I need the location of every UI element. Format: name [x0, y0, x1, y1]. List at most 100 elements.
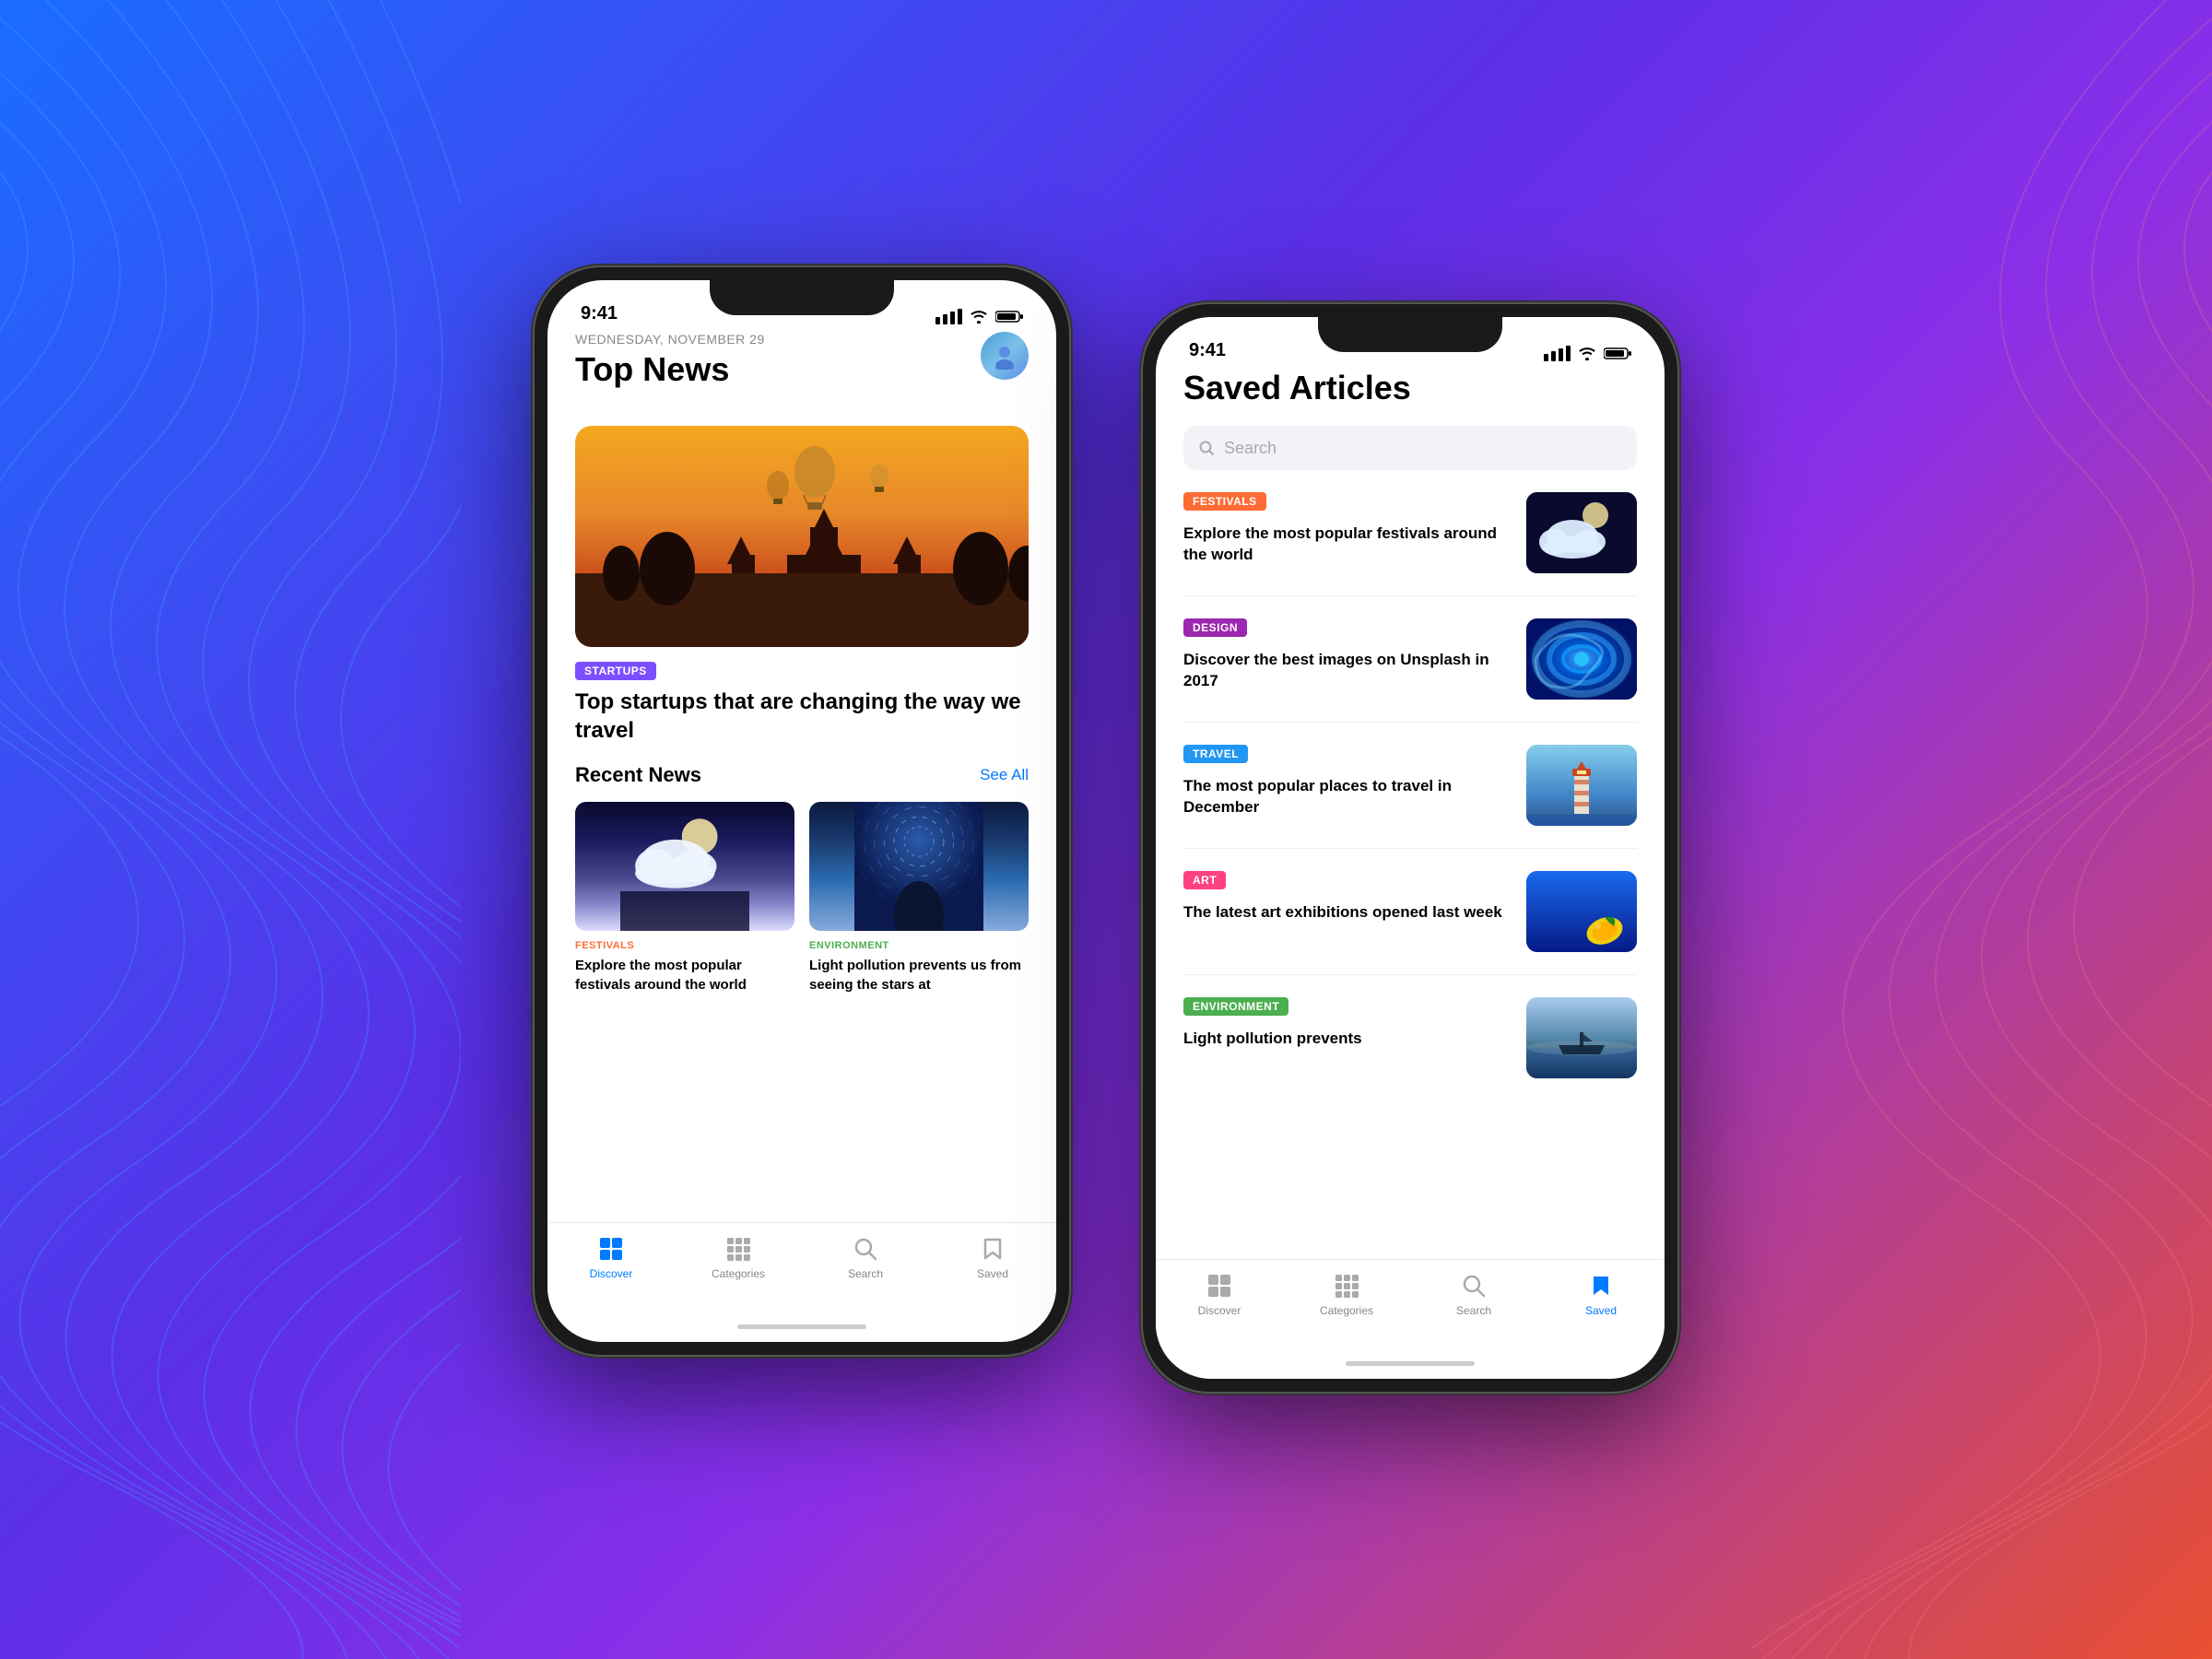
tab-label-search-1: Search	[848, 1267, 883, 1280]
signal-bar-7	[1559, 348, 1563, 361]
tab-categories-2[interactable]: Categories	[1310, 1271, 1383, 1317]
saved-item-environment[interactable]: ENVIRONMENT Light pollution prevents	[1183, 997, 1637, 1078]
tab-bar-2: Discover	[1156, 1259, 1665, 1347]
environment-svg	[1526, 997, 1637, 1078]
see-all-button[interactable]: See All	[980, 766, 1029, 784]
saved-articles-list: FESTIVALS Explore the most popular festi…	[1183, 492, 1637, 1078]
tab-label-saved-1: Saved	[977, 1267, 1008, 1280]
card-category-2: ENVIRONMENT	[809, 940, 1029, 951]
tab-label-discover-2: Discover	[1198, 1304, 1241, 1317]
news-card-environment[interactable]: ENVIRONMENT Light pollution prevents us …	[809, 802, 1029, 994]
search-icon-tab-2	[1459, 1271, 1488, 1300]
travel-svg	[1526, 745, 1637, 826]
tab-search-1[interactable]: Search	[829, 1234, 902, 1280]
tab-categories-1[interactable]: Categories	[701, 1234, 775, 1280]
phone-2-screen: 9:41	[1156, 317, 1665, 1379]
categories-icon-1	[724, 1234, 753, 1264]
wifi-icon-1	[970, 310, 988, 324]
phone-1: 9:41	[535, 267, 1069, 1355]
avatar-inner	[981, 332, 1029, 380]
moon-cloud-svg	[575, 802, 794, 931]
hero-image	[575, 426, 1029, 647]
saved-item-text-design: DESIGN Discover the best images on Unspl…	[1183, 618, 1512, 692]
saved-item-text-festivals: FESTIVALS Explore the most popular festi…	[1183, 492, 1512, 566]
tab-label-search-2: Search	[1456, 1304, 1491, 1317]
tab-saved-2[interactable]: Saved	[1564, 1271, 1638, 1317]
signal-bar-1	[935, 317, 940, 324]
phone-2-content: Saved Articles Search FESTIVALS	[1156, 369, 1665, 1259]
home-indicator-1	[547, 1311, 1056, 1342]
tab-search-2[interactable]: Search	[1437, 1271, 1511, 1317]
tab-label-categories-1: Categories	[712, 1267, 765, 1280]
saved-item-text-art: ART The latest art exhibitions opened la…	[1183, 871, 1512, 924]
divider-3	[1183, 848, 1637, 849]
status-icons-2	[1544, 346, 1631, 361]
saved-title-travel: The most popular places to travel in Dec…	[1183, 776, 1512, 818]
notch-1	[710, 280, 894, 315]
saved-image-environment	[1526, 997, 1637, 1078]
saved-title-festivals: Explore the most popular festivals aroun…	[1183, 524, 1512, 566]
saved-item-text-environment: ENVIRONMENT Light pollution prevents	[1183, 997, 1512, 1050]
discover-icon-1	[596, 1234, 626, 1264]
status-time-1: 9:41	[581, 303, 618, 324]
battery-icon-1	[995, 310, 1023, 324]
news-card-festivals[interactable]: FESTIVALS Explore the most popular festi…	[575, 802, 794, 994]
divider-2	[1183, 722, 1637, 723]
star-trails-svg	[809, 802, 1029, 931]
saved-badge-travel: TRAVEL	[1183, 745, 1248, 763]
status-icons-1	[935, 309, 1023, 324]
categories-icon-2	[1332, 1271, 1361, 1300]
news-card-image-environment	[809, 802, 1029, 931]
wifi-icon-2	[1578, 347, 1596, 360]
search-bar[interactable]: Search	[1183, 426, 1637, 470]
saved-title: Saved Articles	[1183, 369, 1637, 407]
date-label: WEDNESDAY, NOVEMBER 29	[575, 332, 765, 347]
home-bar-2	[1346, 1361, 1475, 1366]
search-icon-bar	[1198, 440, 1215, 456]
divider-1	[1183, 595, 1637, 596]
phone-1-header: WEDNESDAY, NOVEMBER 29 Top News	[575, 332, 1029, 407]
discover-icon-2	[1205, 1271, 1234, 1300]
signal-1	[935, 309, 962, 324]
saved-item-design[interactable]: DESIGN Discover the best images on Unspl…	[1183, 618, 1637, 700]
tab-label-categories-2: Categories	[1320, 1304, 1373, 1317]
saved-title-art: The latest art exhibitions opened last w…	[1183, 902, 1512, 924]
tab-label-saved-2: Saved	[1585, 1304, 1617, 1317]
saved-icon-tab-2	[1586, 1271, 1616, 1300]
search-placeholder: Search	[1224, 439, 1277, 458]
hot-air-balloons	[759, 435, 907, 527]
tab-label-discover-1: Discover	[590, 1267, 633, 1280]
saved-item-travel[interactable]: TRAVEL The most popular places to travel…	[1183, 745, 1637, 826]
tab-saved-1[interactable]: Saved	[956, 1234, 1030, 1280]
signal-bar-4	[958, 309, 962, 324]
tab-bar-1: Discover	[547, 1222, 1056, 1311]
avatar[interactable]	[981, 332, 1029, 380]
signal-bar-2	[943, 314, 947, 324]
phone-1-screen: 9:41	[547, 280, 1056, 1342]
card-category-1: FESTIVALS	[575, 940, 794, 951]
page-title-1: Top News	[575, 350, 765, 389]
signal-bar-3	[950, 312, 955, 324]
recent-news-title: Recent News	[575, 763, 701, 787]
saved-image-art	[1526, 871, 1637, 952]
status-time-2: 9:41	[1189, 340, 1226, 361]
title-area: WEDNESDAY, NOVEMBER 29 Top News	[575, 332, 765, 407]
saved-icon-tab-1	[978, 1234, 1007, 1264]
art-svg	[1526, 871, 1637, 952]
card-title-2: Light pollution prevents us from seeing …	[809, 957, 1029, 994]
saved-badge-art: ART	[1183, 871, 1226, 889]
saved-badge-design: DESIGN	[1183, 618, 1247, 637]
tab-discover-2[interactable]: Discover	[1182, 1271, 1256, 1317]
design-svg	[1526, 618, 1637, 700]
hero-article-title: Top startups that are changing the way w…	[575, 688, 1029, 745]
saved-item-art[interactable]: ART The latest art exhibitions opened la…	[1183, 871, 1637, 952]
signal-bar-5	[1544, 354, 1548, 361]
saved-image-festivals	[1526, 492, 1637, 573]
tab-discover-1[interactable]: Discover	[574, 1234, 648, 1280]
saved-item-festivals[interactable]: FESTIVALS Explore the most popular festi…	[1183, 492, 1637, 573]
battery-icon-2	[1604, 347, 1631, 360]
signal-2	[1544, 346, 1571, 361]
home-indicator-2	[1156, 1347, 1665, 1379]
saved-item-text-travel: TRAVEL The most popular places to travel…	[1183, 745, 1512, 818]
search-icon-tab-1	[851, 1234, 880, 1264]
